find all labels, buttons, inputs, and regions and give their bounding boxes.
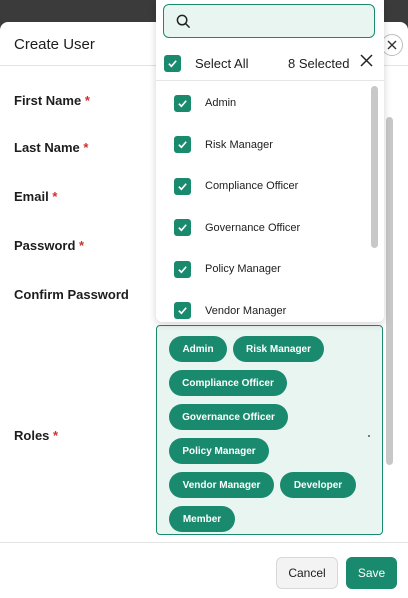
modal-title: Create User <box>14 36 95 53</box>
check-icon <box>178 307 187 315</box>
role-option-label: Vendor Manager <box>205 305 287 317</box>
modal-scrollbar[interactable] <box>386 117 393 465</box>
role-chip[interactable]: Vendor Manager <box>169 472 274 498</box>
role-option-checkbox[interactable] <box>174 136 191 153</box>
confirm-password-label: Confirm Password <box>14 287 129 302</box>
role-chip[interactable]: Developer <box>280 472 356 498</box>
role-chip[interactable]: Compliance Officer <box>169 370 287 396</box>
modal-footer: Cancel Save <box>0 542 408 598</box>
first-name-label-text: First Name <box>14 93 82 108</box>
role-chip[interactable]: Governance Officer <box>169 404 288 430</box>
roles-select-field[interactable]: Admin Risk Manager Compliance Officer Go… <box>156 325 383 535</box>
role-option-checkbox[interactable] <box>174 95 191 112</box>
check-icon <box>178 100 187 108</box>
role-option-label: Risk Manager <box>205 139 273 151</box>
close-button[interactable] <box>381 34 403 56</box>
roles-label-text: Roles <box>14 428 50 443</box>
last-name-label-text: Last Name <box>14 140 80 155</box>
dropdown-divider <box>156 80 384 81</box>
role-chip[interactable]: Admin <box>169 336 227 362</box>
close-icon <box>387 40 397 50</box>
check-icon <box>168 60 177 68</box>
field-indicator-dot <box>368 435 370 437</box>
role-search-box[interactable] <box>163 4 375 38</box>
password-label-text: Password <box>14 238 76 253</box>
role-option-label: Compliance Officer <box>205 180 299 192</box>
cancel-button[interactable]: Cancel <box>276 557 338 589</box>
select-all-label[interactable]: Select All <box>195 56 248 71</box>
email-label-text: Email <box>14 189 49 204</box>
required-marker: * <box>52 189 58 204</box>
role-option-checkbox[interactable] <box>174 178 191 195</box>
required-marker: * <box>83 140 89 155</box>
role-option-checkbox[interactable] <box>174 302 191 319</box>
password-label: Password * <box>14 238 84 253</box>
confirm-password-label-text: Confirm Password <box>14 287 129 302</box>
check-icon <box>178 224 187 232</box>
role-chip[interactable]: Risk Manager <box>233 336 324 362</box>
save-button[interactable]: Save <box>346 557 397 589</box>
role-chip[interactable]: Member <box>169 506 235 532</box>
check-icon <box>178 266 187 274</box>
required-marker: * <box>84 93 90 108</box>
role-option-checkbox[interactable] <box>174 219 191 236</box>
role-search-input[interactable] <box>200 11 370 31</box>
roles-dropdown: Select All 8 Selected Admin Risk Manager… <box>156 0 384 322</box>
roles-label: Roles * <box>14 428 58 443</box>
role-option-checkbox[interactable] <box>174 261 191 278</box>
clear-selection-icon[interactable] <box>360 54 373 67</box>
last-name-label: Last Name * <box>14 140 88 155</box>
select-all-checkbox[interactable] <box>164 55 181 72</box>
dropdown-scrollbar[interactable] <box>371 86 378 248</box>
role-option-label: Admin <box>205 97 237 109</box>
role-option-label: Governance Officer <box>205 222 301 234</box>
required-marker: * <box>53 428 59 443</box>
selected-count: 8 Selected <box>288 56 350 71</box>
check-icon <box>178 183 187 191</box>
required-marker: * <box>79 238 85 253</box>
check-icon <box>178 141 187 149</box>
role-chip[interactable]: Policy Manager <box>169 438 269 464</box>
search-icon <box>176 14 191 29</box>
role-option-label: Policy Manager <box>205 263 281 275</box>
first-name-label: First Name * <box>14 93 90 108</box>
email-label: Email * <box>14 189 57 204</box>
